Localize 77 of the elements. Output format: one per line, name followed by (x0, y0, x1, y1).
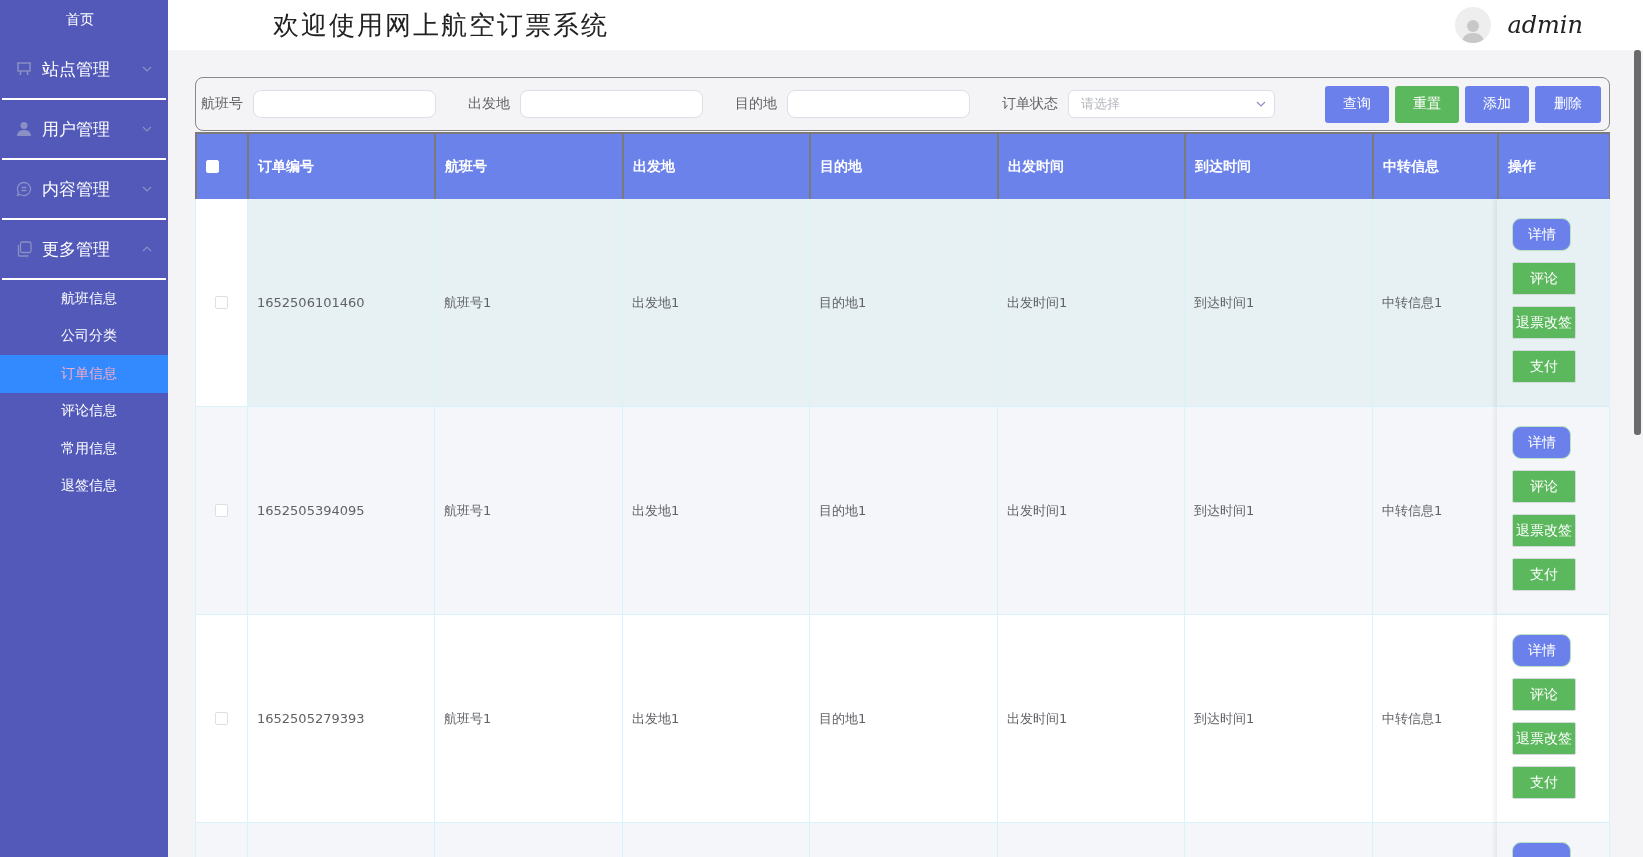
filter-label: 目的地 (735, 95, 777, 113)
row-action-button[interactable]: 支付 (1512, 350, 1576, 383)
user-name[interactable]: admin (1507, 11, 1583, 39)
row-action-button[interactable]: 评论 (1512, 678, 1576, 711)
menu-group[interactable]: 更多管理 (2, 220, 166, 280)
scrollbar[interactable] (1634, 50, 1641, 435)
column-header: 中转信息 (1372, 132, 1497, 199)
row-action-button[interactable]: 评论 (1512, 262, 1576, 295)
easel-icon (16, 61, 32, 77)
filter-label: 出发地 (468, 95, 510, 113)
table-cell: 目的地1 (819, 709, 867, 728)
menu-item[interactable]: 订单信息 (0, 355, 168, 393)
toolbar-button[interactable]: 添加 (1465, 85, 1529, 123)
select-field[interactable]: 请选择 (1068, 90, 1275, 118)
row-action-button[interactable]: 支付 (1512, 766, 1576, 799)
row-action-button[interactable]: 支付 (1512, 558, 1576, 591)
filter-label: 订单状态 (1002, 95, 1058, 113)
home-link[interactable]: 首页 (0, 0, 168, 40)
table-cell: 航班号1 (444, 293, 492, 312)
table-cell: 航班号1 (444, 709, 492, 728)
filter-field[interactable] (253, 90, 436, 118)
chat-icon (16, 181, 32, 197)
menu-group[interactable]: 站点管理 (2, 40, 166, 100)
table-cell: 到达时间1 (1194, 501, 1255, 520)
column-header: 航班号 (434, 132, 622, 199)
filter-field[interactable] (787, 90, 970, 118)
menu-group[interactable]: 用户管理 (2, 100, 166, 160)
user-icon (16, 121, 32, 137)
table-cell: 出发地1 (632, 709, 680, 728)
table-cell: 中转信息1 (1382, 709, 1443, 728)
column-header: 目的地 (809, 132, 997, 199)
table-cell: 中转信息1 (1382, 501, 1443, 520)
avatar-icon[interactable] (1455, 7, 1492, 43)
toolbar-button[interactable]: 查询 (1325, 85, 1389, 123)
menu-item[interactable]: 常用信息 (0, 430, 168, 468)
table-cell: 目的地1 (819, 501, 867, 520)
row-action-button[interactable]: 退票改签 (1512, 722, 1576, 755)
row-checkbox[interactable] (215, 296, 228, 309)
table-cell: 目的地1 (819, 293, 867, 312)
table-cell: 出发时间1 (1007, 709, 1068, 728)
table-cell: 1652505394095 (257, 503, 365, 518)
row-action-button[interactable]: 详情 (1512, 426, 1571, 459)
toolbar-button[interactable]: 重置 (1395, 85, 1459, 123)
row-action-button[interactable]: 详情 (1512, 634, 1571, 667)
table-cell: 中转信息1 (1382, 293, 1443, 312)
table-cell: 出发地1 (632, 293, 680, 312)
table-cell: 航班号1 (444, 501, 492, 520)
filter-field[interactable] (520, 90, 703, 118)
table-cell: 出发地1 (632, 501, 680, 520)
select-all-checkbox[interactable] (206, 160, 219, 173)
row-action-button[interactable]: 详情 (1512, 218, 1571, 251)
page-title: 欢迎使用网上航空订票系统 (273, 8, 610, 42)
column-header: 操作 (1497, 132, 1610, 199)
row-action-button[interactable]: 评论 (1512, 470, 1576, 503)
column-header: 到达时间 (1184, 132, 1372, 199)
row-action-button[interactable]: 退票改签 (1512, 306, 1576, 339)
menu-item[interactable]: 公司分类 (0, 317, 168, 355)
table-cell: 出发时间1 (1007, 501, 1068, 520)
chevron-down-icon (1256, 101, 1266, 107)
column-header: 订单编号 (247, 132, 434, 199)
menu-item[interactable]: 航班信息 (0, 280, 168, 318)
copy-icon (16, 241, 32, 257)
row-action-button[interactable]: 退票改签 (1512, 514, 1576, 547)
column-header: 出发时间 (997, 132, 1184, 199)
table-cell: 到达时间1 (1194, 709, 1255, 728)
filter-label: 航班号 (201, 95, 243, 113)
table-cell: 到达时间1 (1194, 293, 1255, 312)
row-checkbox[interactable] (215, 712, 228, 725)
menu-group[interactable]: 内容管理 (2, 160, 166, 220)
table-cell: 1652506101460 (257, 295, 365, 310)
toolbar-button[interactable]: 删除 (1535, 85, 1601, 123)
column-header: 出发地 (622, 132, 809, 199)
menu-item[interactable]: 退签信息 (0, 467, 168, 505)
table-cell: 出发时间1 (1007, 293, 1068, 312)
table-cell: 1652505279393 (257, 711, 365, 726)
menu-item[interactable]: 评论信息 (0, 392, 168, 430)
row-checkbox[interactable] (215, 504, 228, 517)
